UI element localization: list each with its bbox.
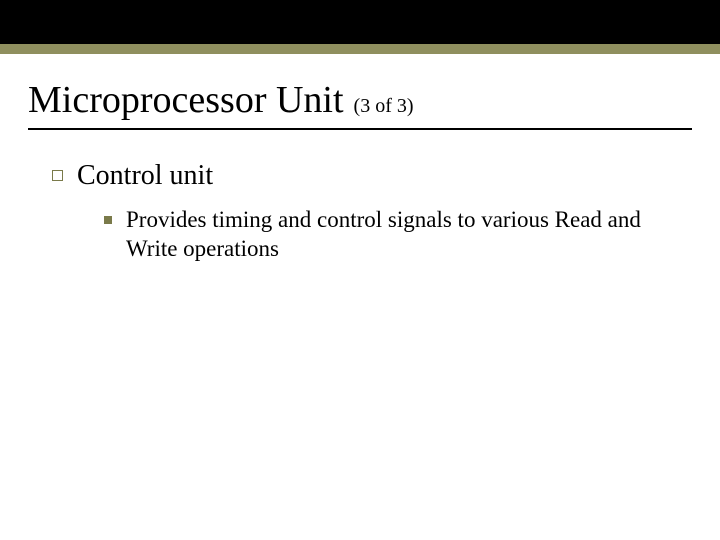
list-item: Control unit (52, 160, 692, 192)
square-open-bullet-icon (52, 170, 63, 181)
list-item: Provides timing and control signals to v… (104, 206, 692, 264)
level2-text: Provides timing and control signals to v… (126, 206, 672, 264)
title-underline (28, 128, 692, 130)
square-filled-bullet-icon (104, 216, 112, 224)
level1-text: Control unit (77, 160, 213, 192)
accent-bar (0, 44, 720, 54)
top-bar (0, 0, 720, 44)
slide-title: Microprocessor Unit (28, 79, 344, 121)
content-area: Control unit Provides timing and control… (28, 160, 692, 264)
title-block: Microprocessor Unit (3 of 3) (28, 78, 692, 130)
slide-counter: (3 of 3) (354, 95, 414, 117)
